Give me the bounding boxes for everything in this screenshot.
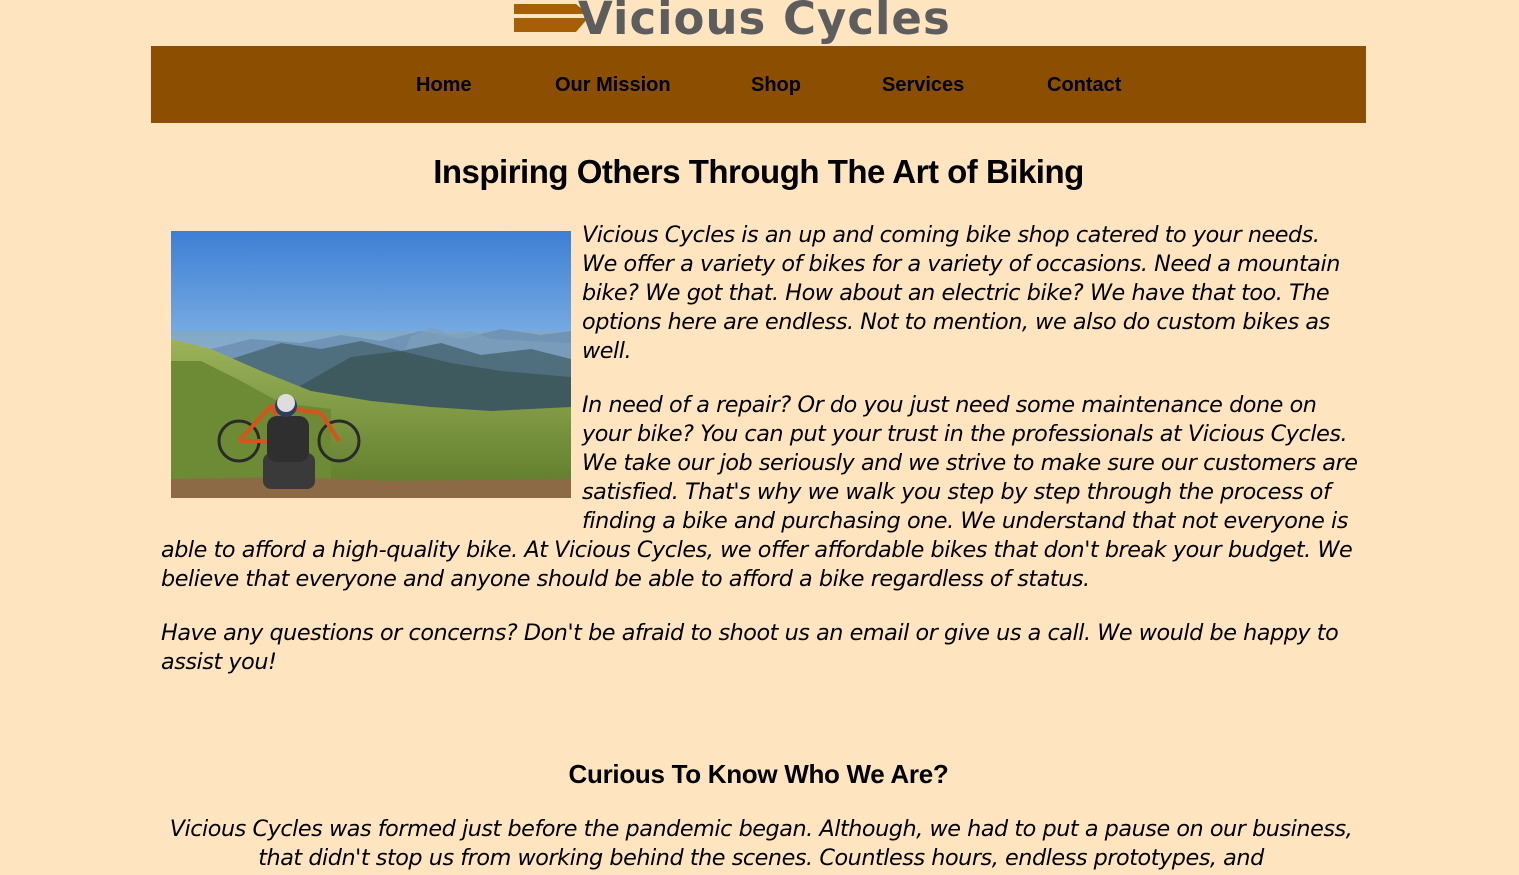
cyclist-photo [171,231,571,498]
nav-shop-link[interactable]: Shop [751,72,801,98]
logo-bars-icon [514,4,588,32]
main-content: Vicious Cycles is an up and coming bike … [161,221,1361,702]
logo-text: Vicious Cycles [578,0,951,45]
about-heading: Curious To Know Who We Are? [568,759,949,789]
main-nav: Home Our Mission Shop Services Contact [151,46,1366,123]
nav-our-mission-link[interactable]: Our Mission [555,72,671,98]
nav-contact-link[interactable]: Contact [1047,72,1121,98]
about-paragraph: Vicious Cycles was formed just before th… [169,816,1353,871]
contact-paragraph: Have any questions or concerns? Don't be… [161,620,1339,675]
site-logo[interactable]: Vicious Cycles [514,0,1014,46]
cyclist-photo-icon [171,231,571,498]
page-title: Inspiring Others Through The Art of Biki… [433,153,1084,190]
nav-home-link[interactable]: Home [416,72,472,98]
nav-services-link[interactable]: Services [882,72,964,98]
